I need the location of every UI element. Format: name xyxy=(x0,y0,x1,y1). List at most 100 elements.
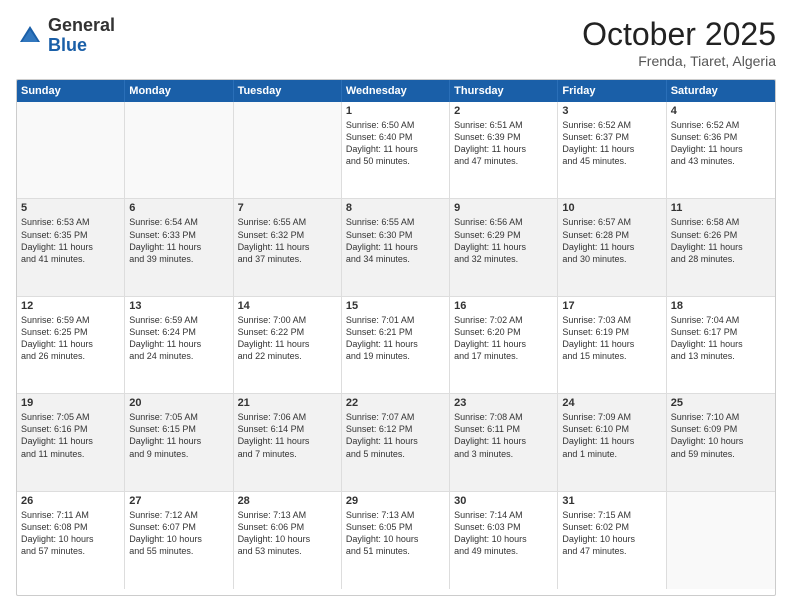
day-info: Sunrise: 7:05 AM Sunset: 6:16 PM Dayligh… xyxy=(21,411,120,460)
month-title: October 2025 xyxy=(582,16,776,53)
day-number: 15 xyxy=(346,300,445,312)
day-info: Sunrise: 7:07 AM Sunset: 6:12 PM Dayligh… xyxy=(346,411,445,460)
day-number: 25 xyxy=(671,397,771,409)
day-info: Sunrise: 7:12 AM Sunset: 6:07 PM Dayligh… xyxy=(129,509,228,558)
calendar-cell: 16 Sunrise: 7:02 AM Sunset: 6:20 PM Dayli… xyxy=(450,297,558,393)
calendar-cell: 4 Sunrise: 6:52 AM Sunset: 6:36 PM Daylig… xyxy=(667,102,775,198)
day-number: 23 xyxy=(454,397,553,409)
day-info: Sunrise: 6:55 AM Sunset: 6:30 PM Dayligh… xyxy=(346,216,445,265)
calendar-cell: 1 Sunrise: 6:50 AM Sunset: 6:40 PM Daylig… xyxy=(342,102,450,198)
calendar-cell: 18 Sunrise: 7:04 AM Sunset: 6:17 PM Dayli… xyxy=(667,297,775,393)
day-info: Sunrise: 7:14 AM Sunset: 6:03 PM Dayligh… xyxy=(454,509,553,558)
day-info: Sunrise: 6:55 AM Sunset: 6:32 PM Dayligh… xyxy=(238,216,337,265)
day-number: 29 xyxy=(346,495,445,507)
calendar-cell: 5 Sunrise: 6:53 AM Sunset: 6:35 PM Daylig… xyxy=(17,199,125,295)
calendar-cell: 30 Sunrise: 7:14 AM Sunset: 6:03 PM Dayli… xyxy=(450,492,558,589)
weekday-header: Saturday xyxy=(667,80,775,102)
day-number: 30 xyxy=(454,495,553,507)
day-number: 14 xyxy=(238,300,337,312)
day-number: 4 xyxy=(671,105,771,117)
day-info: Sunrise: 6:59 AM Sunset: 6:25 PM Dayligh… xyxy=(21,314,120,363)
day-number: 22 xyxy=(346,397,445,409)
logo-text: General Blue xyxy=(48,16,115,56)
calendar-cell: 11Sunrise: 6:58 AM Sunset: 6:26 PM Dayli… xyxy=(667,199,775,295)
calendar-cell: 19 Sunrise: 7:05 AM Sunset: 6:16 PM Dayli… xyxy=(17,394,125,490)
header: General Blue October 2025 Frenda, Tiaret… xyxy=(16,16,776,69)
calendar-cell: 8Sunrise: 6:55 AM Sunset: 6:30 PM Daylig… xyxy=(342,199,450,295)
day-number: 9 xyxy=(454,202,553,214)
calendar-row: 1 Sunrise: 6:50 AM Sunset: 6:40 PM Daylig… xyxy=(17,102,775,199)
calendar-cell: 14Sunrise: 7:00 AM Sunset: 6:22 PM Dayli… xyxy=(234,297,342,393)
day-number: 19 xyxy=(21,397,120,409)
day-number: 17 xyxy=(562,300,661,312)
day-number: 5 xyxy=(21,202,120,214)
calendar-cell: 26 Sunrise: 7:11 AM Sunset: 6:08 PM Dayli… xyxy=(17,492,125,589)
calendar-body: 1 Sunrise: 6:50 AM Sunset: 6:40 PM Daylig… xyxy=(17,102,775,589)
calendar-cell: 31 Sunrise: 7:15 AM Sunset: 6:02 PM Dayli… xyxy=(558,492,666,589)
day-info: Sunrise: 6:56 AM Sunset: 6:29 PM Dayligh… xyxy=(454,216,553,265)
calendar-cell: 2Sunrise: 6:51 AM Sunset: 6:39 PM Daylig… xyxy=(450,102,558,198)
day-info: Sunrise: 6:59 AM Sunset: 6:24 PM Dayligh… xyxy=(129,314,228,363)
calendar-row: 19 Sunrise: 7:05 AM Sunset: 6:16 PM Dayli… xyxy=(17,394,775,491)
calendar-cell: 9 Sunrise: 6:56 AM Sunset: 6:29 PM Daylig… xyxy=(450,199,558,295)
calendar-row: 5 Sunrise: 6:53 AM Sunset: 6:35 PM Daylig… xyxy=(17,199,775,296)
day-info: Sunrise: 6:53 AM Sunset: 6:35 PM Dayligh… xyxy=(21,216,120,265)
day-number: 13 xyxy=(129,300,228,312)
day-info: Sunrise: 6:54 AM Sunset: 6:33 PM Dayligh… xyxy=(129,216,228,265)
calendar-cell: 7Sunrise: 6:55 AM Sunset: 6:32 PM Daylig… xyxy=(234,199,342,295)
day-info: Sunrise: 7:02 AM Sunset: 6:20 PM Dayligh… xyxy=(454,314,553,363)
day-number: 26 xyxy=(21,495,120,507)
day-number: 2 xyxy=(454,105,553,117)
calendar-cell: 12Sunrise: 6:59 AM Sunset: 6:25 PM Dayli… xyxy=(17,297,125,393)
calendar-row: 26 Sunrise: 7:11 AM Sunset: 6:08 PM Dayli… xyxy=(17,492,775,589)
day-number: 27 xyxy=(129,495,228,507)
page: General Blue October 2025 Frenda, Tiaret… xyxy=(0,0,792,612)
day-info: Sunrise: 7:08 AM Sunset: 6:11 PM Dayligh… xyxy=(454,411,553,460)
calendar-cell: 6 Sunrise: 6:54 AM Sunset: 6:33 PM Daylig… xyxy=(125,199,233,295)
day-info: Sunrise: 7:11 AM Sunset: 6:08 PM Dayligh… xyxy=(21,509,120,558)
weekday-header: Sunday xyxy=(17,80,125,102)
weekday-header: Wednesday xyxy=(342,80,450,102)
calendar-cell: 17Sunrise: 7:03 AM Sunset: 6:19 PM Dayli… xyxy=(558,297,666,393)
day-info: Sunrise: 7:09 AM Sunset: 6:10 PM Dayligh… xyxy=(562,411,661,460)
day-number: 3 xyxy=(562,105,661,117)
day-number: 24 xyxy=(562,397,661,409)
logo-blue: Blue xyxy=(48,36,115,56)
day-number: 1 xyxy=(346,105,445,117)
day-info: Sunrise: 6:58 AM Sunset: 6:26 PM Dayligh… xyxy=(671,216,771,265)
day-info: Sunrise: 7:01 AM Sunset: 6:21 PM Dayligh… xyxy=(346,314,445,363)
calendar-cell xyxy=(667,492,775,589)
calendar-cell: 24 Sunrise: 7:09 AM Sunset: 6:10 PM Dayli… xyxy=(558,394,666,490)
day-number: 18 xyxy=(671,300,771,312)
day-info: Sunrise: 7:15 AM Sunset: 6:02 PM Dayligh… xyxy=(562,509,661,558)
location: Frenda, Tiaret, Algeria xyxy=(582,53,776,69)
day-info: Sunrise: 7:13 AM Sunset: 6:05 PM Dayligh… xyxy=(346,509,445,558)
weekday-header: Friday xyxy=(558,80,666,102)
day-info: Sunrise: 6:52 AM Sunset: 6:37 PM Dayligh… xyxy=(562,119,661,168)
calendar-cell xyxy=(125,102,233,198)
calendar-cell xyxy=(234,102,342,198)
day-number: 6 xyxy=(129,202,228,214)
day-info: Sunrise: 6:52 AM Sunset: 6:36 PM Dayligh… xyxy=(671,119,771,168)
calendar-cell: 3 Sunrise: 6:52 AM Sunset: 6:37 PM Daylig… xyxy=(558,102,666,198)
day-number: 31 xyxy=(562,495,661,507)
day-info: Sunrise: 7:05 AM Sunset: 6:15 PM Dayligh… xyxy=(129,411,228,460)
day-info: Sunrise: 7:13 AM Sunset: 6:06 PM Dayligh… xyxy=(238,509,337,558)
calendar-cell: 29 Sunrise: 7:13 AM Sunset: 6:05 PM Dayli… xyxy=(342,492,450,589)
logo: General Blue xyxy=(16,16,115,56)
weekday-header: Monday xyxy=(125,80,233,102)
calendar-cell: 15 Sunrise: 7:01 AM Sunset: 6:21 PM Dayli… xyxy=(342,297,450,393)
day-number: 21 xyxy=(238,397,337,409)
logo-general: General xyxy=(48,16,115,36)
day-info: Sunrise: 7:10 AM Sunset: 6:09 PM Dayligh… xyxy=(671,411,771,460)
calendar-cell: 10Sunrise: 6:57 AM Sunset: 6:28 PM Dayli… xyxy=(558,199,666,295)
day-number: 20 xyxy=(129,397,228,409)
calendar-cell: 20 Sunrise: 7:05 AM Sunset: 6:15 PM Dayli… xyxy=(125,394,233,490)
weekday-header: Thursday xyxy=(450,80,558,102)
day-number: 16 xyxy=(454,300,553,312)
day-info: Sunrise: 7:04 AM Sunset: 6:17 PM Dayligh… xyxy=(671,314,771,363)
calendar-cell: 13 Sunrise: 6:59 AM Sunset: 6:24 PM Dayli… xyxy=(125,297,233,393)
calendar-header: SundayMondayTuesdayWednesdayThursdayFrid… xyxy=(17,80,775,102)
calendar-cell: 23 Sunrise: 7:08 AM Sunset: 6:11 PM Dayli… xyxy=(450,394,558,490)
day-info: Sunrise: 6:50 AM Sunset: 6:40 PM Dayligh… xyxy=(346,119,445,168)
